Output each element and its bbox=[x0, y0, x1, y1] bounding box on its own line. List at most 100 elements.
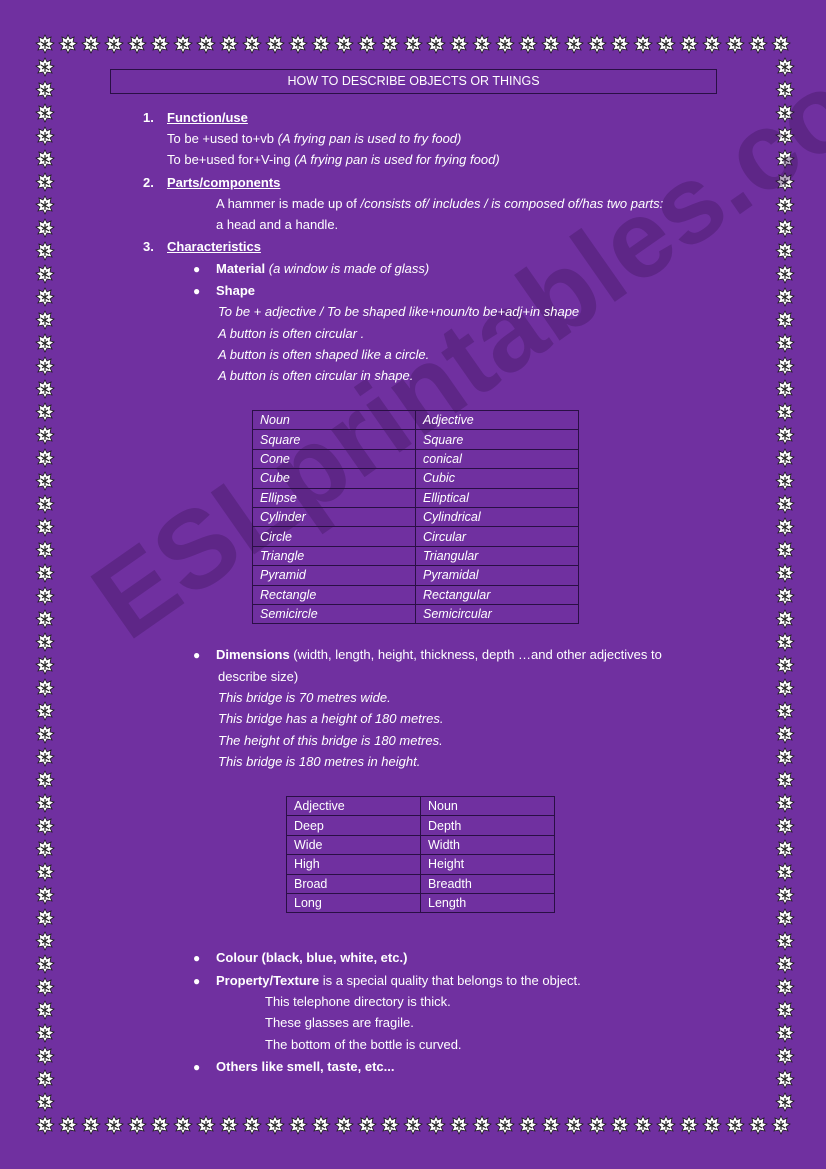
leaf-icon bbox=[35, 379, 55, 399]
leaf-icon bbox=[775, 1046, 795, 1066]
leaf-icon bbox=[35, 310, 55, 330]
leaf-icon bbox=[775, 402, 795, 422]
leaf-icon bbox=[775, 977, 795, 997]
leaf-icon bbox=[495, 34, 515, 54]
leaf-icon bbox=[196, 1115, 216, 1135]
leaf-icon bbox=[725, 1115, 745, 1135]
leaf-icon bbox=[288, 34, 308, 54]
leaf-icon bbox=[35, 402, 55, 422]
leaf-icon bbox=[35, 770, 55, 790]
leaf-icon bbox=[775, 724, 795, 744]
leaf-icon bbox=[265, 1115, 285, 1135]
leaf-icon bbox=[775, 862, 795, 882]
leaf-icon bbox=[775, 310, 795, 330]
leaf-icon bbox=[775, 287, 795, 307]
leaf-icon bbox=[702, 34, 722, 54]
property-item: Property/Texture is a special quality th… bbox=[216, 973, 581, 989]
leaf-icon bbox=[775, 172, 795, 192]
leaf-icon bbox=[35, 517, 55, 537]
table-cell: Breadth bbox=[420, 873, 555, 894]
leaf-icon bbox=[150, 34, 170, 54]
leaf-icon bbox=[472, 1115, 492, 1135]
example: /consists of/ includes / is composed of/… bbox=[360, 196, 664, 211]
leaf-icon bbox=[775, 885, 795, 905]
leaf-icon bbox=[35, 701, 55, 721]
leaf-icon bbox=[610, 34, 630, 54]
leaf-icon bbox=[35, 333, 55, 353]
table-row: Long Length bbox=[286, 892, 555, 914]
leaf-icon bbox=[775, 931, 795, 951]
leaf-icon bbox=[219, 1115, 239, 1135]
leaf-icon bbox=[656, 1115, 676, 1135]
bullet-icon: ● bbox=[193, 951, 201, 965]
leaf-icon bbox=[771, 34, 791, 54]
leaf-icon bbox=[35, 977, 55, 997]
leaf-icon bbox=[58, 1115, 78, 1135]
leaf-icon bbox=[775, 793, 795, 813]
table-cell: Depth bbox=[420, 815, 555, 836]
leaf-icon bbox=[35, 1069, 55, 1089]
leaf-icon bbox=[35, 80, 55, 100]
leaf-icon bbox=[775, 586, 795, 606]
table-cell: Circle bbox=[252, 526, 416, 547]
leaf-icon bbox=[35, 241, 55, 261]
shape-label: Shape bbox=[216, 283, 256, 298]
leaf-icon bbox=[35, 425, 55, 445]
header-cell: Noun bbox=[420, 795, 555, 817]
table-row: Deep Depth bbox=[286, 815, 555, 836]
description: (width, length, height, thickness, depth… bbox=[289, 647, 662, 662]
leaf-icon bbox=[35, 356, 55, 376]
table-row: Circle Circular bbox=[252, 526, 579, 547]
section-heading-function: Function/use bbox=[167, 110, 248, 125]
leaf-icon bbox=[564, 1115, 584, 1135]
leaf-icon bbox=[775, 816, 795, 836]
leaf-icon bbox=[775, 356, 795, 376]
leaf-icon bbox=[35, 586, 55, 606]
formula: To be +used to+vb bbox=[167, 131, 278, 146]
property-example: These glasses are fragile. bbox=[265, 1015, 414, 1030]
leaf-icon bbox=[775, 632, 795, 652]
table-cell: Broad bbox=[286, 873, 421, 894]
leaf-icon bbox=[127, 1115, 147, 1135]
leaf-icon bbox=[81, 34, 101, 54]
leaf-icon bbox=[242, 1115, 262, 1135]
table-cell: High bbox=[286, 854, 421, 875]
leaf-icon bbox=[35, 793, 55, 813]
leaf-icon bbox=[35, 609, 55, 629]
leaf-icon bbox=[35, 931, 55, 951]
description: is a special quality that belongs to the… bbox=[319, 973, 581, 988]
leaf-icon bbox=[35, 494, 55, 514]
leaf-icon bbox=[35, 103, 55, 123]
leaf-icon bbox=[775, 425, 795, 445]
leaf-icon bbox=[35, 287, 55, 307]
leaf-icon bbox=[587, 1115, 607, 1135]
leaf-icon bbox=[265, 34, 285, 54]
leaf-icon bbox=[35, 816, 55, 836]
leaf-icon bbox=[775, 701, 795, 721]
leaf-icon bbox=[656, 34, 676, 54]
leaf-icon bbox=[564, 34, 584, 54]
leaf-icon bbox=[775, 1023, 795, 1043]
table-cell: Rectangular bbox=[415, 584, 579, 605]
leaf-icon bbox=[775, 80, 795, 100]
leaf-icon bbox=[35, 724, 55, 744]
header-cell: Adjective bbox=[415, 409, 579, 431]
leaf-icon bbox=[288, 1115, 308, 1135]
leaf-icon bbox=[426, 1115, 446, 1135]
header-cell: Noun bbox=[252, 409, 416, 431]
leaf-icon bbox=[334, 1115, 354, 1135]
leaf-icon bbox=[775, 655, 795, 675]
leaf-icon bbox=[775, 379, 795, 399]
section-heading-characteristics: Characteristics bbox=[167, 239, 261, 254]
shape-line: A button is often circular in shape. bbox=[218, 368, 414, 383]
example: (a window is made of glass) bbox=[265, 261, 430, 276]
formula: A hammer is made up of bbox=[216, 196, 361, 211]
bullet-icon: ● bbox=[193, 1060, 201, 1074]
header-cell: Adjective bbox=[286, 795, 421, 817]
table-cell: Length bbox=[420, 892, 555, 914]
table-cell: Cylindrical bbox=[415, 506, 579, 528]
leaf-icon bbox=[242, 34, 262, 54]
function-line-1: To be +used to+vb (A frying pan is used … bbox=[167, 131, 461, 147]
leaf-icon bbox=[311, 34, 331, 54]
leaf-icon bbox=[702, 1115, 722, 1135]
